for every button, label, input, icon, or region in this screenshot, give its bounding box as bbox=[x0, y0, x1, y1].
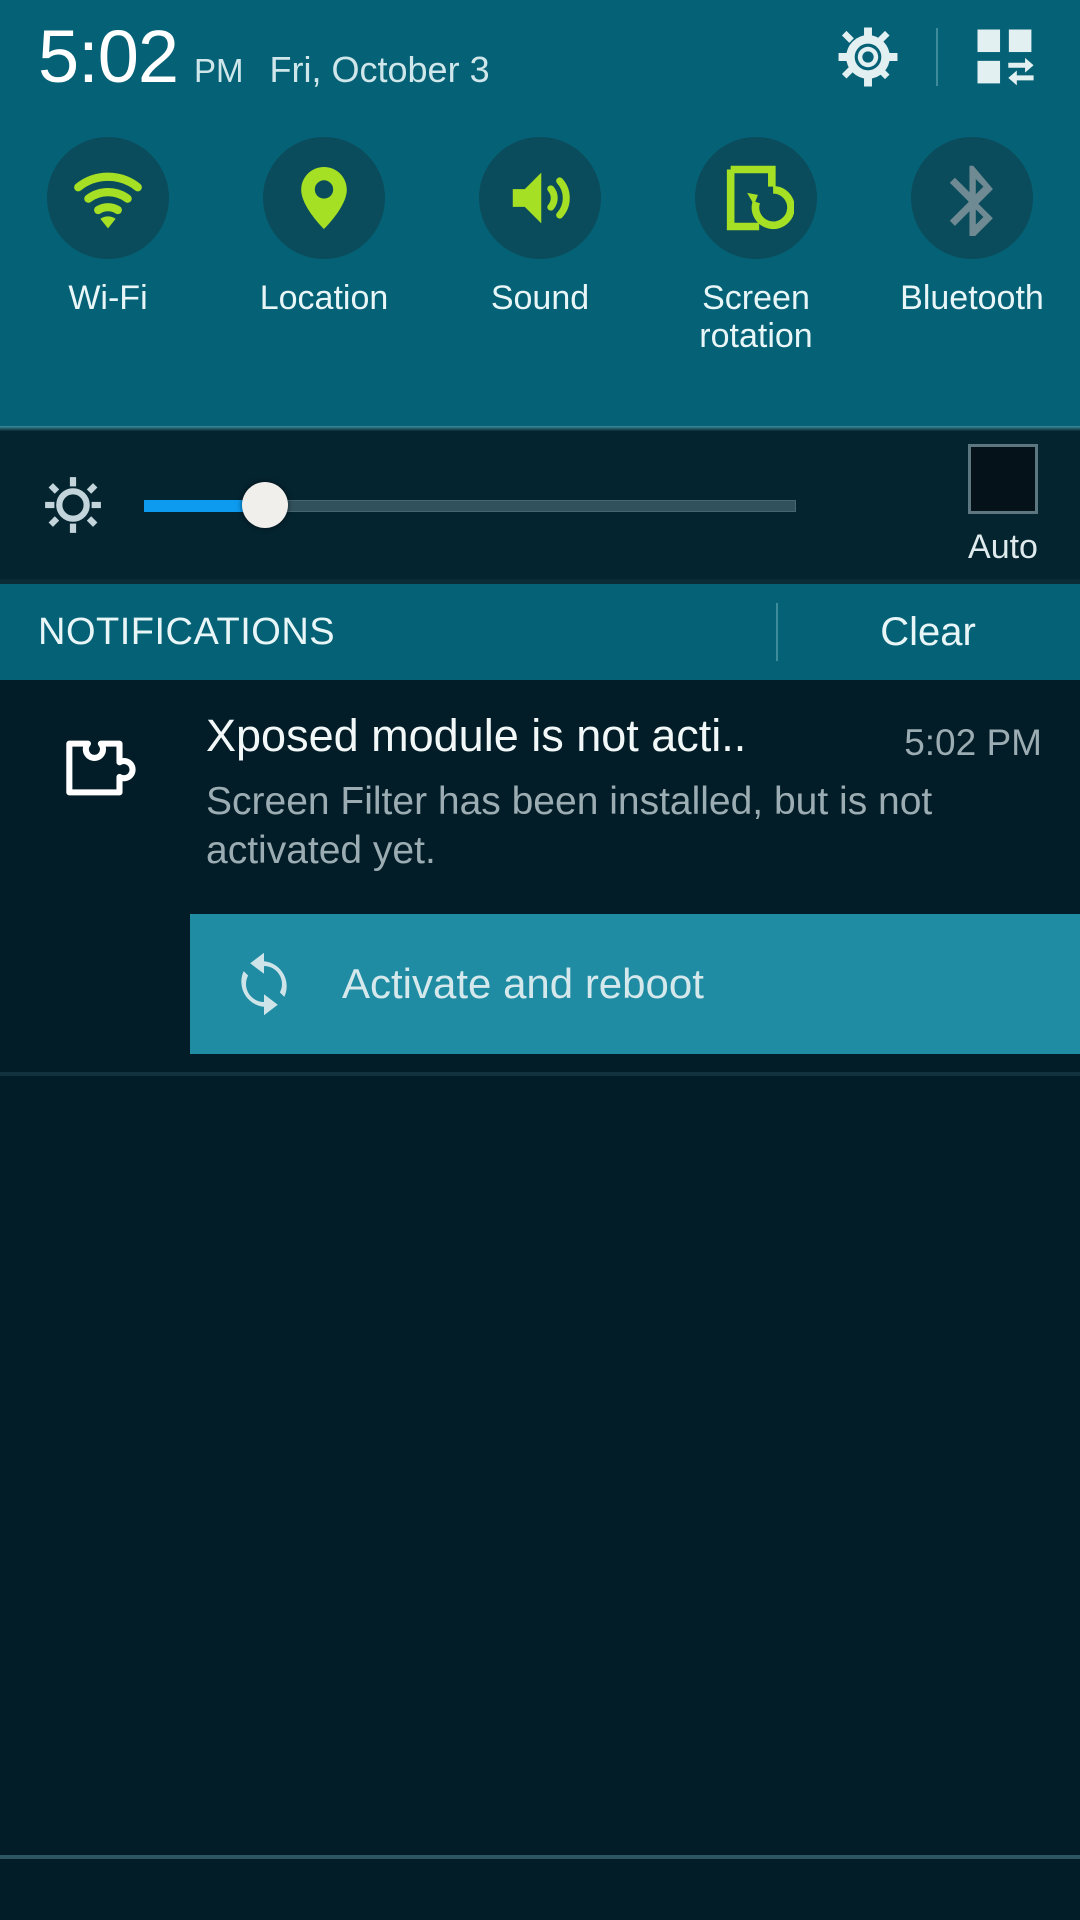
notification-item[interactable]: Xposed module is not acti.. 5:02 PM Scre… bbox=[0, 680, 1080, 1072]
clock: 5:02 PM Fri, October 3 bbox=[0, 14, 490, 98]
wifi-toggle-circle bbox=[47, 137, 169, 259]
quick-toggle-bluetooth[interactable]: Bluetooth bbox=[872, 137, 1072, 317]
quick-toggle-wifi[interactable]: Wi-Fi bbox=[8, 137, 208, 317]
brightness-slider[interactable] bbox=[144, 482, 796, 528]
notification-panel-empty-area bbox=[0, 1076, 1080, 1855]
quick-toggle-label: Screen rotation bbox=[699, 279, 812, 355]
bluetooth-icon bbox=[949, 165, 993, 236]
notification-shade: 5:02 PM Fri, October 3 Wi-Fi Location So… bbox=[0, 0, 1080, 1920]
sync-refresh-icon bbox=[228, 948, 300, 1020]
notification-title: Xposed module is not acti.. bbox=[206, 710, 747, 761]
quick-toggle-label-line1: Screen bbox=[702, 279, 810, 317]
edit-quick-settings-button[interactable] bbox=[972, 24, 1038, 90]
notifications-title: NOTIFICATIONS bbox=[38, 610, 336, 653]
location-pin-icon bbox=[301, 166, 347, 230]
brightness-gear-icon bbox=[42, 474, 104, 536]
auto-brightness-toggle[interactable]: Auto bbox=[968, 443, 1038, 567]
location-toggle-circle bbox=[263, 137, 385, 259]
notification-action-button[interactable]: Activate and reboot bbox=[190, 914, 1080, 1054]
status-bar-divider bbox=[936, 27, 938, 86]
bluetooth-toggle-circle bbox=[911, 137, 1033, 259]
wifi-icon bbox=[74, 172, 142, 229]
auto-brightness-label: Auto bbox=[968, 527, 1038, 566]
clock-time: 5:02 bbox=[38, 14, 179, 98]
auto-brightness-checkbox[interactable] bbox=[968, 443, 1038, 514]
notification-text: Screen Filter has been installed, but is… bbox=[206, 780, 933, 872]
notification-action-label: Activate and reboot bbox=[342, 960, 704, 1007]
status-bar: 5:02 PM Fri, October 3 bbox=[0, 0, 1080, 113]
quick-toggle-label-line2: rotation bbox=[699, 317, 813, 356]
quick-toggle-label: Location bbox=[259, 279, 389, 317]
quick-toggle-label: Bluetooth bbox=[900, 279, 1044, 317]
brightness-row: Auto bbox=[0, 431, 1080, 579]
quick-toggle-label: Sound bbox=[490, 279, 590, 317]
sound-toggle-circle bbox=[479, 137, 601, 259]
screen-rotation-icon bbox=[726, 165, 794, 231]
screen-rotation-toggle-circle bbox=[695, 137, 817, 259]
sound-speaker-icon bbox=[512, 172, 570, 224]
clock-date: Fri, October 3 bbox=[269, 48, 490, 90]
quick-settings-toggles: Wi-Fi Location Sound Screen rotation Blu… bbox=[0, 113, 1080, 426]
notification-body: Xposed module is not acti.. bbox=[206, 710, 866, 762]
clear-notifications-button[interactable]: Clear bbox=[776, 584, 1080, 680]
panel-drag-handle[interactable] bbox=[0, 1859, 1080, 1920]
status-bar-actions bbox=[834, 23, 1080, 91]
slider-thumb[interactable] bbox=[242, 482, 288, 528]
xposed-puzzle-icon bbox=[52, 722, 144, 814]
settings-button[interactable] bbox=[834, 23, 902, 91]
quick-toggle-label: Wi-Fi bbox=[68, 279, 148, 317]
quick-toggle-screen-rotation[interactable]: Screen rotation bbox=[656, 137, 856, 355]
clock-ampm: PM bbox=[194, 51, 244, 89]
notification-time: 5:02 PM bbox=[904, 722, 1042, 763]
quick-toggle-location[interactable]: Location bbox=[224, 137, 424, 317]
quick-toggle-sound[interactable]: Sound bbox=[440, 137, 640, 317]
notifications-header: NOTIFICATIONS Clear bbox=[0, 584, 1080, 680]
